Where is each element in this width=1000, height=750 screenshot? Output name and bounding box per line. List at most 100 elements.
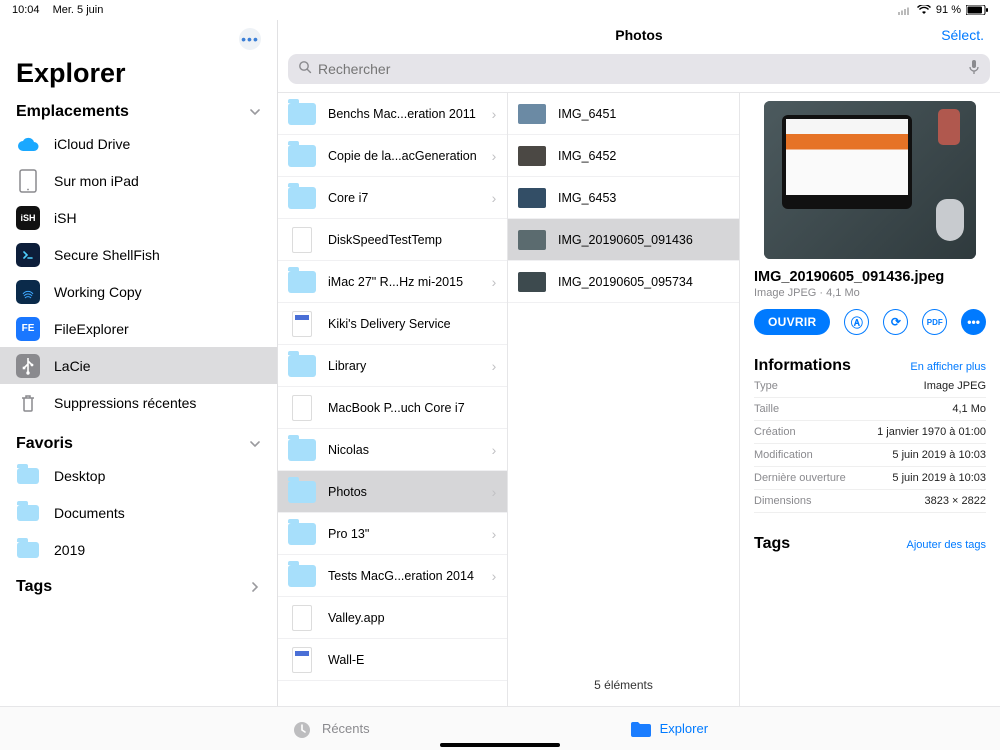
chevron-right-icon: › — [489, 442, 499, 458]
section-favoris-toggle[interactable]: Favoris — [0, 433, 277, 457]
chevron-right-icon: › — [489, 568, 499, 584]
fe-icon: FE — [16, 317, 40, 341]
preview-filename: IMG_20190605_091436.jpeg — [754, 269, 986, 285]
sidebar-item-trash[interactable]: Suppressions récentes — [0, 384, 277, 421]
folder-row[interactable]: Wall-E — [278, 639, 507, 681]
file-row[interactable]: IMG_6453 — [508, 177, 739, 219]
file-row[interactable]: IMG_6452 — [508, 135, 739, 177]
folder-row[interactable]: DiskSpeedTestTemp — [278, 219, 507, 261]
info-value: Image JPEG — [924, 380, 986, 392]
chevron-down-icon — [249, 106, 261, 118]
thumbnail-icon — [518, 272, 546, 292]
sidebar-item-icloud[interactable]: iCloud Drive — [0, 125, 277, 162]
pdf-button[interactable]: PDF — [922, 309, 947, 335]
item-count: 5 éléments — [508, 664, 739, 706]
file-icon — [292, 395, 312, 421]
section-emplacements-toggle[interactable]: Emplacements — [0, 101, 277, 125]
info-row: Taille4,1 Mo — [754, 398, 986, 421]
row-label: Copie de la...acGeneration — [328, 149, 477, 163]
preview-image[interactable] — [764, 101, 976, 259]
row-label: Kiki's Delivery Service — [328, 317, 477, 331]
folder-row[interactable]: Copie de la...acGeneration › — [278, 135, 507, 177]
info-more-link[interactable]: En afficher plus — [910, 361, 986, 373]
sidebar-item-fileexplorer[interactable]: FE FileExplorer — [0, 310, 277, 347]
markup-button[interactable]: Ⓐ — [844, 309, 869, 335]
sidebar-fav-documents[interactable]: Documents — [0, 494, 277, 531]
search-bar[interactable] — [288, 54, 990, 84]
fingerprint-icon — [16, 280, 40, 304]
cellular-icon — [898, 6, 912, 15]
folder-icon — [288, 523, 316, 545]
info-row: TypeImage JPEG — [754, 375, 986, 398]
folder-icon — [288, 355, 316, 377]
info-key: Dimensions — [754, 495, 811, 507]
info-key: Modification — [754, 449, 813, 461]
sidebar-item-lacie[interactable]: LaCie — [0, 347, 277, 384]
row-label: MacBook P...uch Core i7 — [328, 401, 477, 415]
pdf-icon: PDF — [927, 318, 943, 327]
search-input[interactable] — [318, 61, 962, 77]
usb-icon — [16, 354, 40, 378]
sidebar-item-workingcopy[interactable]: Working Copy — [0, 273, 277, 310]
chevron-right-icon: › — [489, 148, 499, 164]
folder-icon — [16, 501, 40, 525]
row-label: IMG_20190605_095734 — [558, 275, 731, 289]
folder-row[interactable]: Tests MacG...eration 2014› — [278, 555, 507, 597]
tab-recents[interactable]: Récents — [292, 720, 370, 738]
folder-icon — [288, 439, 316, 461]
info-row: Modification 5 juin 2019 à 10:03 — [754, 444, 986, 467]
folder-icon — [630, 720, 652, 738]
row-label: IMG_6452 — [558, 149, 731, 163]
mic-icon[interactable] — [968, 59, 980, 80]
status-bar: 10:04 Mer. 5 juin 91 % — [0, 0, 1000, 20]
row-label: Pro 13" — [328, 527, 477, 541]
chevron-right-icon: › — [489, 484, 499, 500]
info-value: 5 juin 2019 à 10:03 — [892, 449, 986, 461]
tags-add-link[interactable]: Ajouter des tags — [907, 539, 987, 551]
tab-explorer[interactable]: Explorer — [630, 720, 708, 738]
section-tags-toggle[interactable]: Tags — [0, 568, 277, 596]
folder-row[interactable]: Benchs Mac...eration 2011› — [278, 93, 507, 135]
row-label: IMG_6453 — [558, 191, 731, 205]
tags-heading: Tags — [754, 535, 790, 553]
status-battery: 91 % — [936, 4, 961, 16]
sidebar-item-shellfish[interactable]: Secure ShellFish — [0, 236, 277, 273]
file-row[interactable]: IMG_6451 — [508, 93, 739, 135]
row-label: Nicolas — [328, 443, 477, 457]
markup-icon: Ⓐ — [851, 314, 863, 331]
home-indicator[interactable] — [440, 743, 560, 747]
sidebar-title: Explorer — [0, 54, 277, 101]
info-value: 4,1 Mo — [952, 403, 986, 415]
folder-row[interactable]: Nicolas › — [278, 429, 507, 471]
info-key: Dernière ouverture — [754, 472, 846, 484]
folder-row[interactable]: Core i7› — [278, 177, 507, 219]
sidebar-more-button[interactable]: ••• — [239, 28, 261, 50]
folder-icon — [288, 187, 316, 209]
folder-row[interactable]: iMac 27" R...Hz mi-2015› — [278, 261, 507, 303]
file-row[interactable]: IMG_20190605_091436 — [508, 219, 739, 261]
thumbnail-icon — [518, 188, 546, 208]
open-button[interactable]: OUVRIR — [754, 309, 830, 335]
thumbnail-icon — [518, 230, 546, 250]
folder-row[interactable]: Kiki's Delivery Service — [278, 303, 507, 345]
folder-row[interactable]: Photos› — [278, 471, 507, 513]
sidebar-fav-2019[interactable]: 2019 — [0, 531, 277, 568]
sidebar-fav-desktop[interactable]: Desktop — [0, 457, 277, 494]
chevron-right-icon: › — [489, 358, 499, 374]
cloud-icon — [16, 132, 40, 156]
more-actions-button[interactable]: ••• — [961, 309, 986, 335]
select-button[interactable]: Sélect. — [941, 27, 984, 43]
info-row: Dimensions3823 × 2822 — [754, 490, 986, 513]
folder-row[interactable]: Pro 13"› — [278, 513, 507, 555]
sidebar-item-ish[interactable]: iSH iSH — [0, 199, 277, 236]
clock-icon — [292, 720, 314, 738]
rotate-button[interactable]: ⟳ — [883, 309, 908, 335]
file-row[interactable]: IMG_20190605_095734 — [508, 261, 739, 303]
row-label: Core i7 — [328, 191, 477, 205]
folder-row[interactable]: Valley.app — [278, 597, 507, 639]
folder-row[interactable]: Library› — [278, 345, 507, 387]
sidebar-item-ipad[interactable]: Sur mon iPad — [0, 162, 277, 199]
chevron-right-icon — [249, 581, 261, 593]
chevron-down-icon — [249, 438, 261, 450]
folder-row[interactable]: MacBook P...uch Core i7 — [278, 387, 507, 429]
